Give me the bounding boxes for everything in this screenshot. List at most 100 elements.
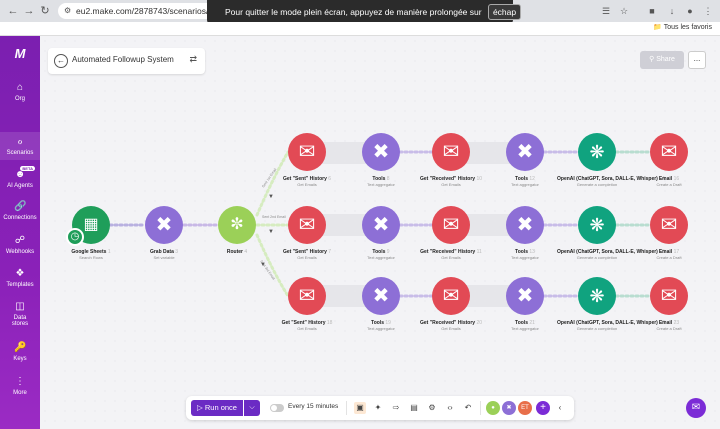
email-node[interactable]: ✉ <box>650 206 688 244</box>
get-sent-history-node[interactable]: ✉ <box>288 277 326 315</box>
node-sublabel: Generate a completion <box>576 326 618 331</box>
profile-avatar[interactable]: ● <box>684 5 696 17</box>
reload-icon[interactable]: ↻ <box>38 4 52 18</box>
node-sublabel: Get Emails <box>297 326 317 331</box>
back-button[interactable]: ← <box>54 54 68 68</box>
envelope-icon: ✉ <box>298 141 316 163</box>
get-received-history-node[interactable]: ✉ <box>432 133 470 171</box>
download-icon[interactable]: ↓ <box>666 5 678 17</box>
sidebar-item-keys[interactable]: 🔑 Keys <box>0 342 40 362</box>
node-sublabel: Set variable <box>153 255 175 260</box>
email-node[interactable]: ✉ <box>650 133 688 171</box>
bookmark-star-icon[interactable]: ☆ <box>618 5 630 17</box>
router-node[interactable]: ✼ <box>218 206 256 244</box>
openai-node[interactable]: ❋ <box>578 277 616 315</box>
extensions-icon[interactable]: ■ <box>646 5 658 17</box>
scenario-title[interactable]: Automated Followup System <box>72 55 174 64</box>
browser-menu-icon[interactable]: ⋮ <box>702 5 714 17</box>
sidebar-item-label: Scenarios <box>6 150 34 156</box>
bottom-toolbar: ▷ Run once ⌵ Every 15 minutes ▣ ✦ ⇨ ▤ ⚙ … <box>186 396 574 420</box>
tools-icon: ✖ <box>516 141 534 163</box>
get-sent-history-node[interactable]: ✉ <box>288 133 326 171</box>
settings-gear-icon[interactable]: ⚙ <box>426 402 438 414</box>
sidebar-item-templates[interactable]: ❖ Templates <box>0 268 40 288</box>
share-label: Share <box>656 56 675 63</box>
get-received-history-node[interactable]: ✉ <box>432 206 470 244</box>
envelope-icon: ✉ <box>442 285 460 307</box>
filter-icon[interactable]: ▼ <box>268 194 274 200</box>
get-received-history-node[interactable]: ✉ <box>432 277 470 315</box>
share-button[interactable]: ⚲ Share <box>640 51 684 69</box>
more-options-button[interactable]: ... <box>688 51 706 69</box>
notes-icon[interactable]: ▣ <box>354 402 366 414</box>
site-info-icon[interactable]: ⚙ <box>64 3 71 19</box>
fullscreen-escape-key: échap <box>487 4 522 20</box>
envelope-icon: ✉ <box>442 141 460 163</box>
sidebar-item-more[interactable]: ⋮ More <box>0 376 40 396</box>
envelope-icon: ✉ <box>298 214 316 236</box>
code-icon[interactable]: ‹› <box>444 402 456 414</box>
envelope-icon: ✉ <box>298 285 316 307</box>
sidebar-item-connections[interactable]: 🔗 Connections <box>0 201 40 221</box>
address-bar[interactable]: ⚙ eu2.make.com/2878743/scenarios/add <box>58 3 218 19</box>
sidebar-item-scenarios[interactable]: ℴ Scenarios <box>0 132 40 160</box>
filter-icon[interactable]: ▼ <box>260 262 266 268</box>
tools-icon: ✖ <box>372 141 390 163</box>
node-sublabel: Create a Draft <box>656 182 682 187</box>
schedule-toggle[interactable] <box>270 404 284 412</box>
openai-node[interactable]: ❋ <box>578 206 616 244</box>
sidebar-item-webhooks[interactable]: ☍ Webhooks <box>0 235 40 255</box>
make-logo[interactable]: M <box>11 46 29 61</box>
swap-icon[interactable]: ⇄ <box>189 54 197 65</box>
tools-node[interactable]: ✖ <box>506 277 544 315</box>
sidebar-item-label: AI Agents <box>7 183 33 189</box>
text-parser-shortcut-icon[interactable]: ET <box>518 401 532 415</box>
grab-data-node[interactable]: ✖ <box>145 206 183 244</box>
node-sublabel: Get Emails <box>297 255 317 260</box>
translate-icon[interactable]: ☰ <box>600 5 612 17</box>
all-bookmarks-link[interactable]: 📁 Tous les favoris <box>653 23 712 31</box>
filter-icon[interactable]: ▼ <box>268 229 274 235</box>
schedule-label[interactable]: Every 15 minutes <box>288 403 338 410</box>
tools-node[interactable]: ✖ <box>506 206 544 244</box>
schedule-clock-icon[interactable]: ◷ <box>66 228 84 246</box>
tools-node[interactable]: ✖ <box>362 277 400 315</box>
node-sublabel: Get Emails <box>441 326 461 331</box>
sidebar-item-data-stores[interactable]: ◫ Data stores <box>0 301 40 327</box>
openai-icon: ❋ <box>589 142 605 162</box>
run-once-button[interactable]: ▷ Run once <box>191 400 243 416</box>
google-sheets-node[interactable]: ▦ ◷ <box>66 206 110 246</box>
tools-shortcut-icon[interactable]: ✖ <box>502 401 516 415</box>
envelope-icon: ✉ <box>660 141 678 163</box>
help-assistant-button[interactable]: ✉ <box>686 398 706 418</box>
back-arrow-icon[interactable]: ← <box>6 4 20 18</box>
node-sublabel: Generate a completion <box>576 255 618 260</box>
sidebar-item-label: Org <box>14 96 25 102</box>
link-icon: 🔗 <box>14 201 27 212</box>
collapse-chevron-icon[interactable]: ‹ <box>554 402 566 414</box>
forward-arrow-icon[interactable]: → <box>22 4 36 18</box>
layout-icon[interactable]: ▤ <box>408 402 420 414</box>
email-node[interactable]: ✉ <box>650 277 688 315</box>
filter-label[interactable]: Sent 2nd Email <box>262 215 286 219</box>
run-options-chevron-icon[interactable]: ⌵ <box>244 400 260 416</box>
tools-node[interactable]: ✖ <box>506 133 544 171</box>
divider <box>346 401 347 415</box>
router-shortcut-icon[interactable]: ● <box>486 401 500 415</box>
get-sent-history-node[interactable]: ✉ <box>288 206 326 244</box>
tools-node[interactable]: ✖ <box>362 206 400 244</box>
sidebar: M ⌂ Org ℴ Scenarios ☻ BETA AI Agents 🔗 C… <box>0 36 40 429</box>
sidebar-item-org[interactable]: ⌂ Org <box>0 82 40 102</box>
magic-wand-icon[interactable]: ✦ <box>372 402 384 414</box>
tools-node[interactable]: ✖ <box>362 133 400 171</box>
node-sublabel: Create a Draft <box>656 255 682 260</box>
flow-icon[interactable]: ⇨ <box>390 402 402 414</box>
node-sublabel: Text aggregator <box>511 326 539 331</box>
undo-icon[interactable]: ↶ <box>462 402 474 414</box>
node-sublabel: Text aggregator <box>367 255 395 260</box>
beta-badge: BETA <box>20 166 35 171</box>
add-module-icon[interactable]: + <box>536 401 550 415</box>
sidebar-item-label: Webhooks <box>5 249 35 255</box>
sidebar-item-ai-agents[interactable]: ☻ BETA AI Agents <box>0 166 40 189</box>
openai-node[interactable]: ❋ <box>578 133 616 171</box>
